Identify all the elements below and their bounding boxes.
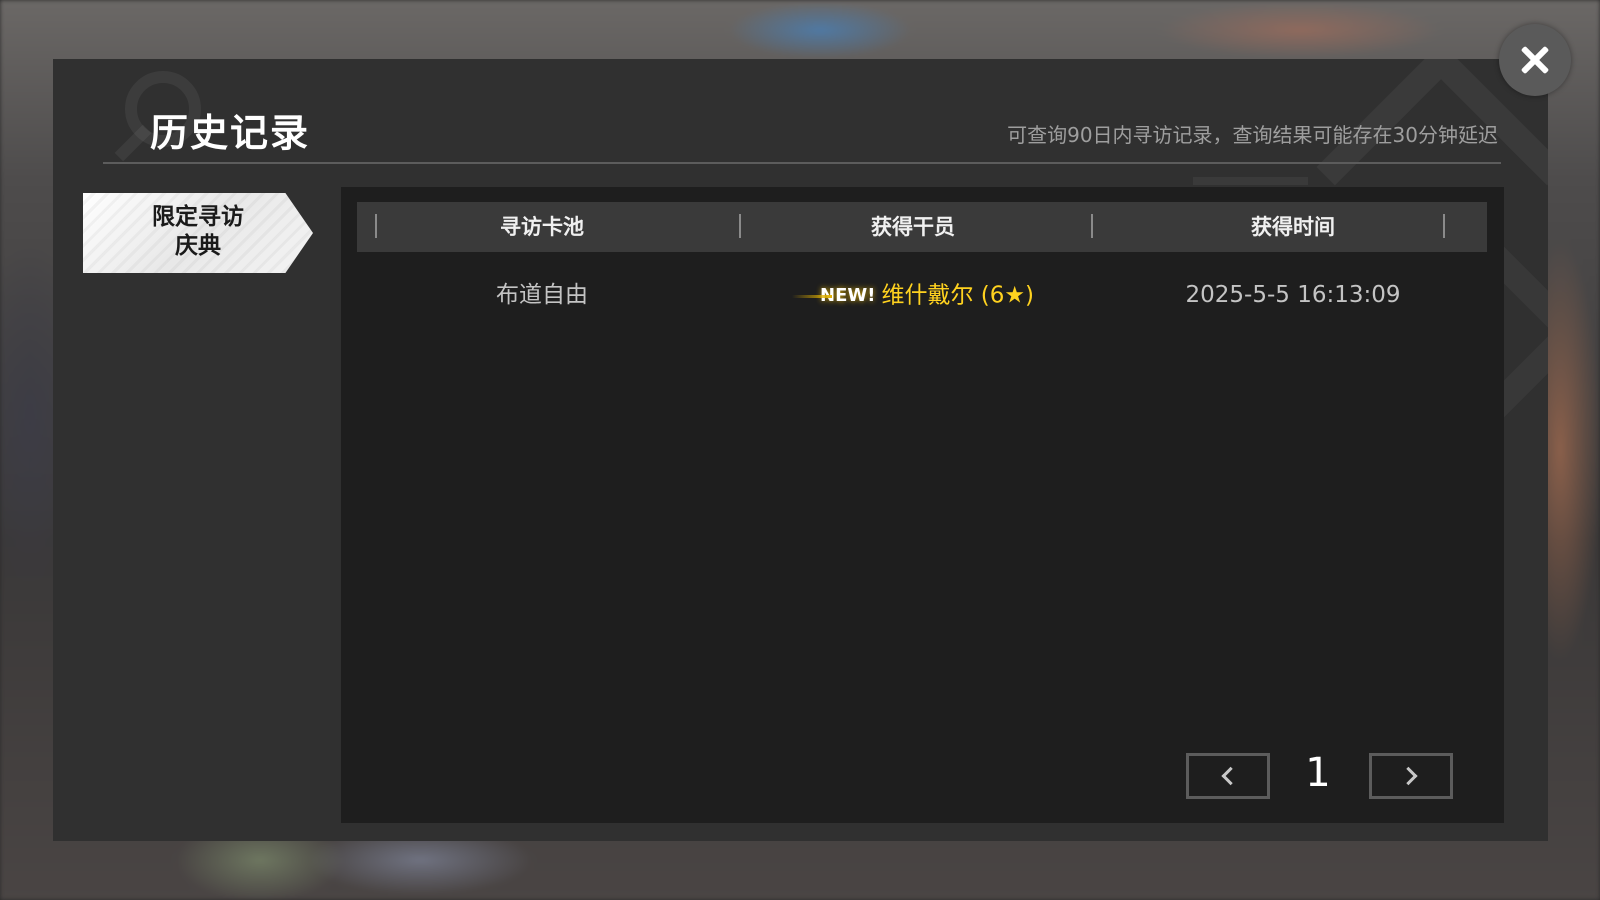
history-table-panel: 寻访卡池 获得干员 获得时间 布道自由 NEW! 维什戴尔 (6★) 2025-5… (341, 187, 1504, 823)
history-dialog: 历史记录 可查询90日内寻访记录，查询结果可能存在30分钟延迟 限定寻访 庆典 … (53, 59, 1548, 841)
column-header-operator: 获得干员 (871, 215, 955, 239)
prev-page-button[interactable] (1186, 753, 1270, 799)
cell-time: 2025-5-5 16:13:09 (1185, 282, 1401, 308)
page-title: 历史记录 (150, 111, 311, 155)
new-badge: NEW! (792, 278, 875, 314)
tab-label: 限定寻访 庆典 (152, 204, 244, 259)
chevron-right-icon (1399, 766, 1418, 786)
operator-name: 维什戴尔 (6★) (881, 282, 1034, 309)
cell-operator: NEW! 维什戴尔 (6★) (727, 277, 1099, 313)
page-number: 1 (1305, 750, 1331, 796)
column-divider (1443, 214, 1445, 238)
cell-pool: 布道自由 (496, 282, 588, 308)
chevron-left-icon (1221, 766, 1240, 786)
column-header-time: 获得时间 (1251, 215, 1335, 239)
tab-limited-headhunting[interactable]: 限定寻访 庆典 (83, 193, 313, 273)
query-hint: 可查询90日内寻访记录，查询结果可能存在30分钟延迟 (1007, 123, 1498, 147)
badge-streak (792, 294, 833, 298)
next-page-button[interactable] (1369, 753, 1453, 799)
table-header: 寻访卡池 获得干员 获得时间 (357, 202, 1487, 252)
column-divider (1091, 214, 1093, 238)
column-header-pool: 寻访卡池 (500, 215, 584, 239)
title-divider (103, 162, 1501, 164)
close-button[interactable] (1499, 24, 1571, 96)
